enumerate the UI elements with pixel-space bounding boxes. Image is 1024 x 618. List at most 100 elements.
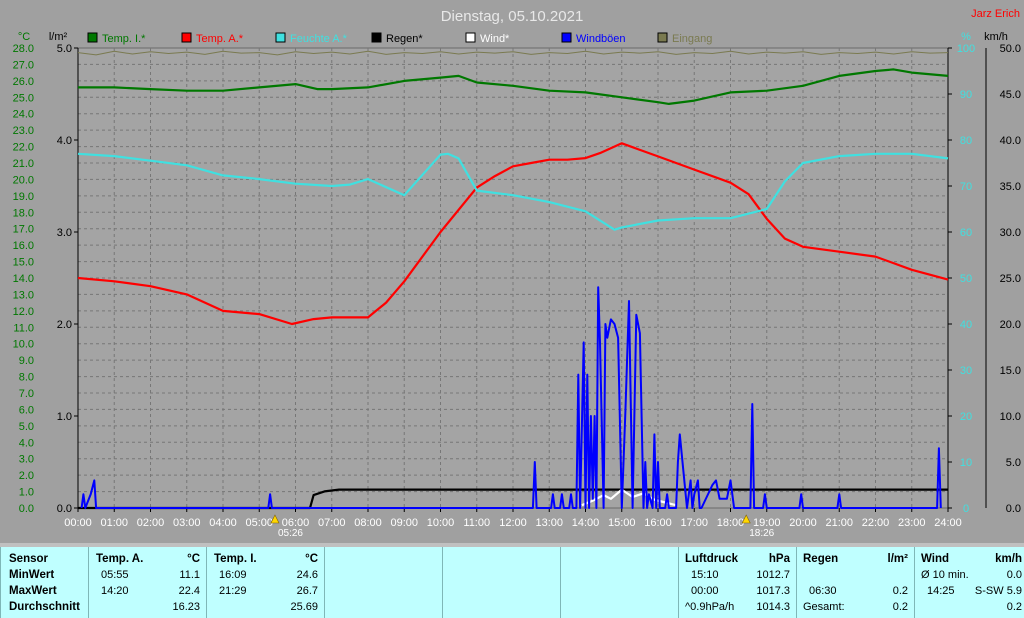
stats-empty-2 (442, 547, 560, 618)
rain-tick-label: 5.0 (57, 43, 72, 55)
rain-header: Regen (803, 553, 839, 565)
temp-tick-label: 16.0 (13, 240, 34, 252)
temp-tick-label: 18.0 (13, 207, 34, 219)
x-tick-label: 15:00 (608, 517, 636, 529)
temp-tick-label: 25.0 (13, 92, 34, 104)
label-min: MinWert (9, 569, 55, 581)
rain-max-time: 06:30 (809, 585, 837, 597)
wind-unit: km/h (995, 553, 1022, 565)
x-tick-label: 16:00 (644, 517, 672, 529)
x-tick-label: 10:00 (427, 517, 455, 529)
stats-pressure: Luftdruck hPa 15:10 1012.7 00:00 1017.3 ^0.… (678, 547, 796, 618)
pressure-min-val: 1012.7 (756, 569, 790, 581)
hum-tick-label: 70 (960, 181, 972, 193)
temp-tick-label: 14.0 (13, 273, 34, 285)
sunrise-label: 05:26 (278, 528, 303, 539)
x-tick-label: 03:00 (173, 517, 201, 529)
temp-tick-label: 6.0 (19, 404, 34, 416)
temp-tick-label: 11.0 (13, 322, 34, 334)
wind-max-dir: S-SW 5.9 (974, 585, 1022, 597)
temp-tick-label: 3.0 (19, 454, 34, 466)
hum-tick-label: 40 (960, 319, 972, 331)
wind-tick-label: 45.0 (1000, 89, 1021, 101)
hum-tick-label: 50 (960, 273, 972, 285)
wind-tick-label: 15.0 (1000, 365, 1021, 377)
temp-tick-label: 8.0 (19, 372, 34, 384)
hum-unit-label: % (961, 31, 971, 43)
x-tick-label: 12:00 (499, 517, 527, 529)
temp-tick-label: 24.0 (13, 109, 34, 121)
x-tick-label: 14:00 (572, 517, 600, 529)
x-tick-label: 21:00 (825, 517, 853, 529)
rain-tick-label: 4.0 (57, 135, 72, 147)
temp-tick-label: 2.0 (19, 470, 34, 482)
wind-last: 0.2 (1006, 601, 1022, 613)
temp-tick-label: 0.0 (19, 503, 34, 515)
rain-tick-label: 3.0 (57, 227, 72, 239)
x-tick-label: 01:00 (100, 517, 128, 529)
chart-title: Dienstag, 05.10.2021 (441, 8, 584, 25)
temp-a-avg: 16.23 (172, 601, 200, 613)
x-tick-label: 18:00 (717, 517, 745, 529)
sensor-header: Sensor (9, 553, 48, 565)
temp-i-avg: 25.69 (290, 601, 318, 613)
wind-unit-label: km/h (984, 31, 1008, 43)
temp-unit-label: °C (18, 31, 30, 43)
temp-tick-label: 20.0 (13, 174, 34, 186)
temp-tick-label: 4.0 (19, 437, 34, 449)
temp-i-max-time: 21:29 (219, 585, 247, 597)
temp-i-header: Temp. I. (214, 553, 257, 565)
wind-tick-label: 35.0 (1000, 181, 1021, 193)
legend-swatch (657, 32, 668, 43)
hum-tick-label: 20 (960, 411, 972, 423)
rain-tick-label: 2.0 (57, 319, 72, 331)
stats-temp-a: Temp. A. °C 05:55 11.1 14:20 22.4 16.23 (88, 547, 206, 618)
wind-tick-label: 10.0 (1000, 411, 1021, 423)
wind-tick-label: 40.0 (1000, 135, 1021, 147)
wind-avg-label: Ø 10 min. (921, 569, 969, 581)
legend-swatch (465, 32, 476, 43)
wind-header: Wind (921, 553, 949, 565)
x-tick-label: 04:00 (209, 517, 237, 529)
temp-tick-label: 28.0 (13, 43, 34, 55)
hum-tick-label: 10 (960, 457, 972, 469)
x-tick-label: 20:00 (789, 517, 817, 529)
x-tick-label: 22:00 (862, 517, 890, 529)
x-tick-label: 24:00 (934, 517, 962, 529)
rain-tick-label: 0.0 (57, 503, 72, 515)
wind-tick-label: 5.0 (1006, 457, 1021, 469)
hum-tick-label: 30 (960, 365, 972, 377)
temp-tick-label: 23.0 (13, 125, 34, 137)
stats-empty-1 (324, 547, 442, 618)
sunset-label: 18:26 (749, 528, 774, 539)
pressure-trend: ^0.9hPa/h (685, 601, 735, 613)
temp-a-header: Temp. A. (96, 553, 144, 565)
legend-swatch (87, 32, 98, 43)
temp-tick-label: 7.0 (19, 388, 34, 400)
rain-total-label: Gesamt: (803, 601, 845, 613)
legend-label: Regen* (386, 33, 423, 45)
legend-label: Wind* (480, 33, 510, 45)
temp-tick-label: 13.0 (13, 289, 34, 301)
x-tick-label: 07:00 (318, 517, 346, 529)
temp-i-max-val: 26.7 (296, 585, 318, 597)
pressure-header: Luftdruck (685, 553, 739, 565)
wind-max-time: 14:25 (927, 585, 955, 597)
legend-swatch (371, 32, 382, 43)
x-tick-label: 02:00 (137, 517, 165, 529)
legend-label: Temp. I.* (102, 33, 146, 45)
temp-i-min-time: 16:09 (219, 569, 247, 581)
x-tick-label: 11:00 (463, 517, 490, 529)
pressure-unit: hPa (768, 553, 790, 565)
stats-empty-3 (560, 547, 678, 618)
hum-tick-label: 0 (963, 503, 969, 515)
legend-swatch (275, 32, 286, 43)
temp-a-min-val: 11.1 (179, 569, 200, 581)
legend-label: Windböen (576, 33, 626, 45)
rain-unit: l/m² (887, 553, 908, 565)
hum-tick-label: 90 (960, 89, 972, 101)
chart-author: Jarz Erich (971, 8, 1020, 20)
rain-total: 0.2 (892, 601, 908, 613)
rain-max-val: 0.2 (892, 585, 908, 597)
temp-tick-label: 15.0 (13, 257, 34, 269)
